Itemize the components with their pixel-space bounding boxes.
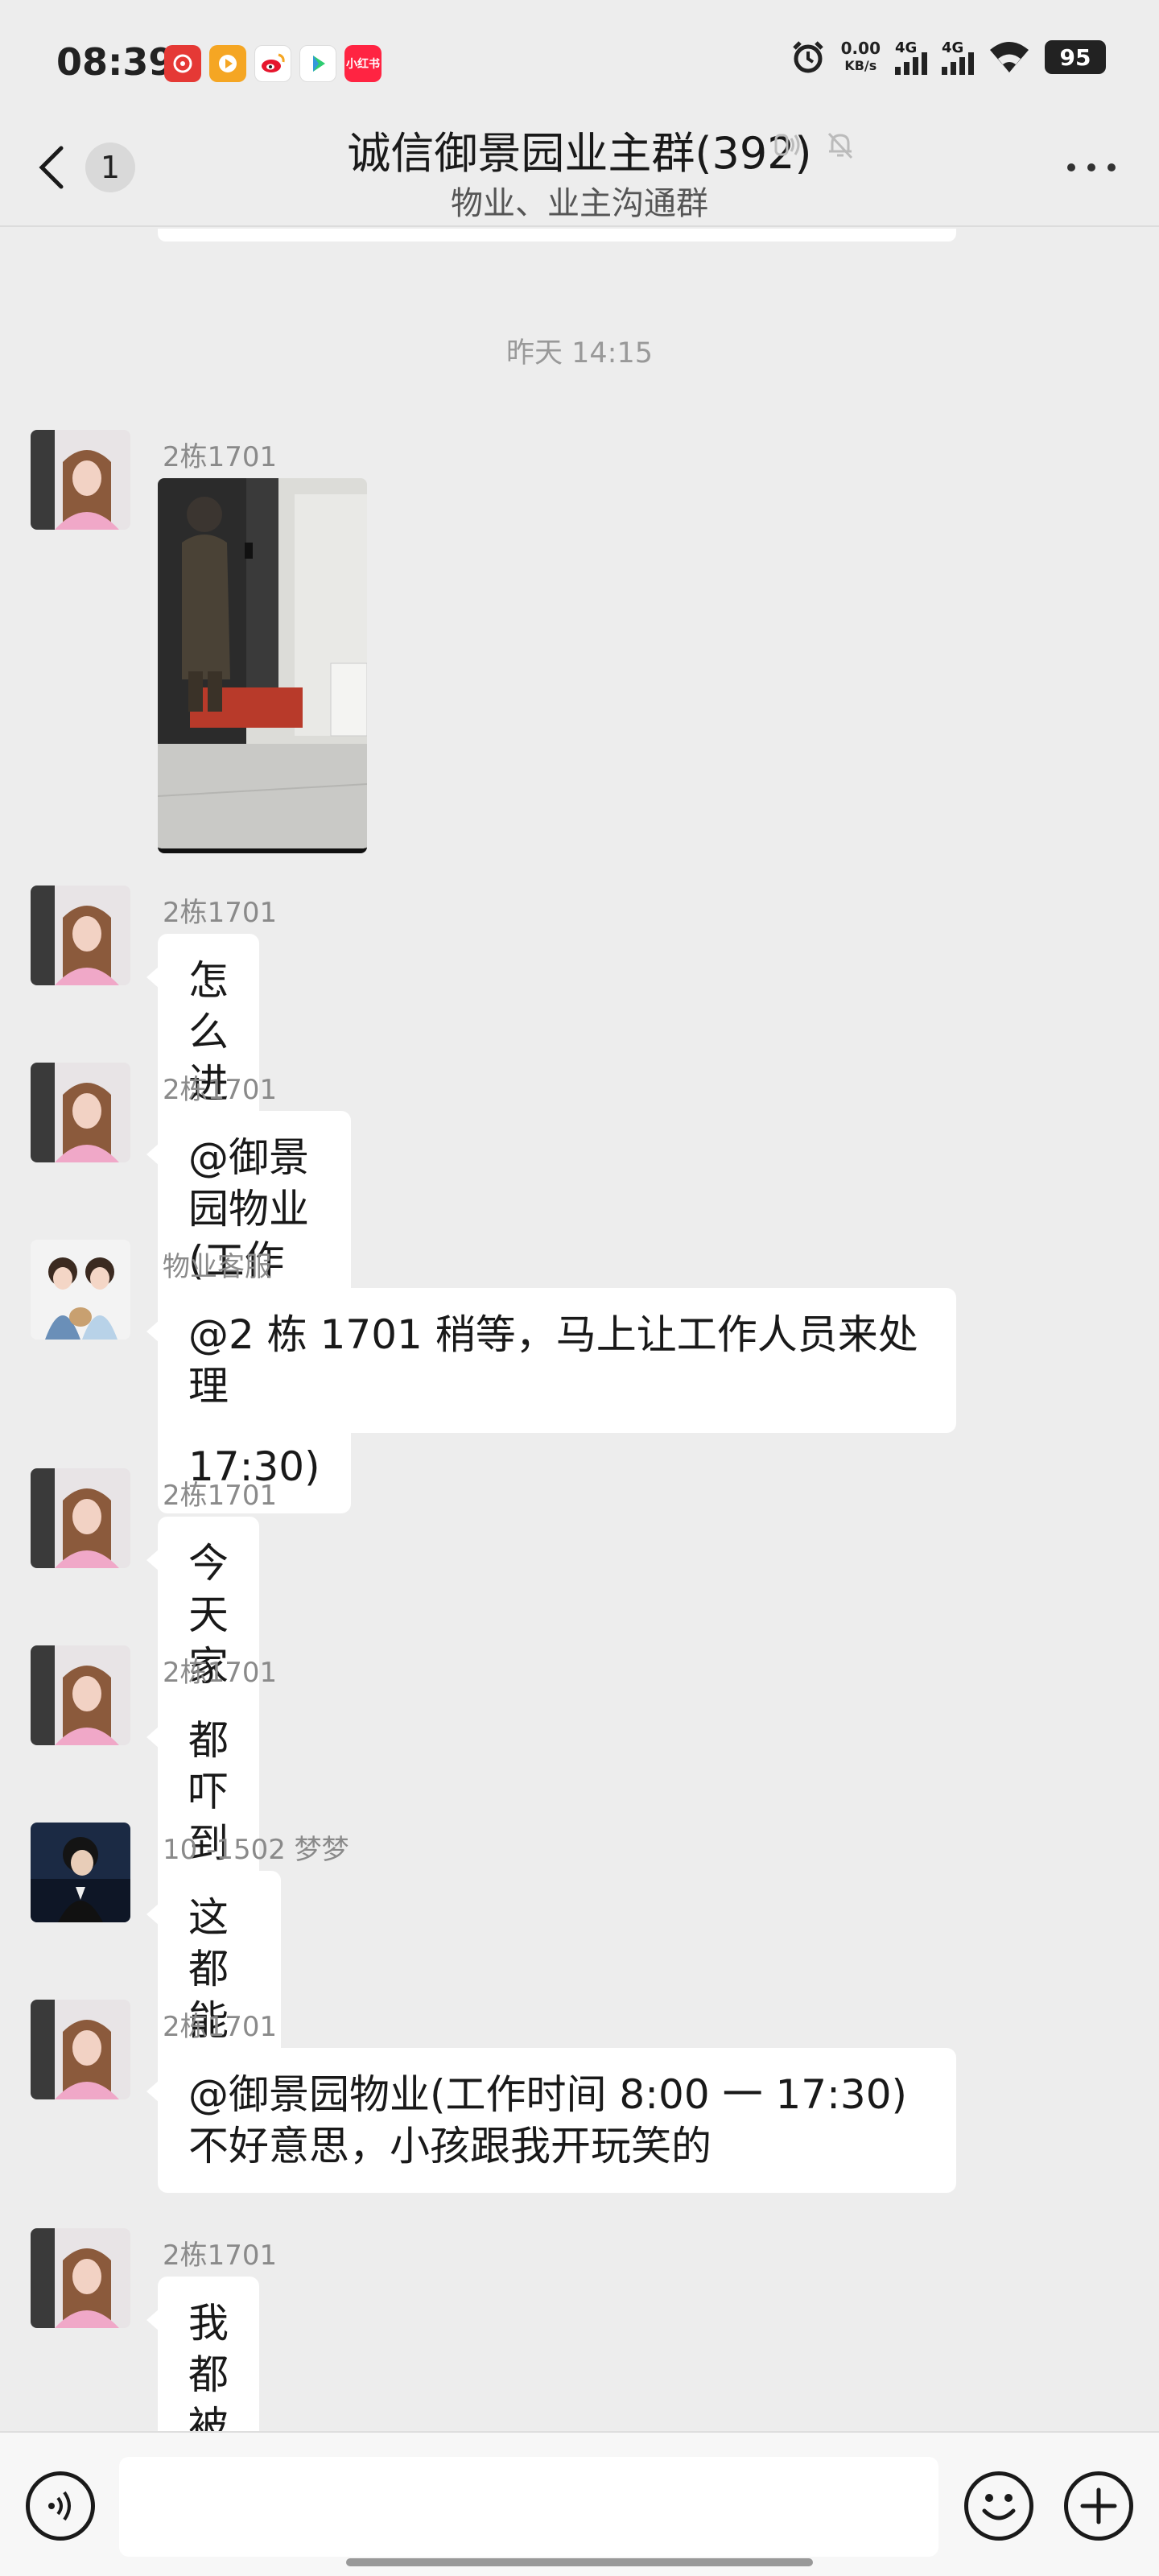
more-actions-button[interactable] [1064, 2471, 1133, 2541]
message-bubble[interactable]: 我都被他吓到了 [146, 2277, 259, 2431]
group-title-text: 诚信御景园业主群(392) [347, 128, 812, 179]
status-time: 08:39 [56, 40, 175, 84]
notification-icons: 小红书 [164, 45, 382, 82]
net-speed-value: 0.00 [840, 39, 881, 58]
avatar[interactable] [31, 1063, 130, 1162]
system-status: 0.00 KB/s 4G 4G 95 [790, 39, 1106, 76]
dot-icon [1087, 163, 1095, 171]
muted-bell-icon [827, 132, 853, 159]
sender-name: 2栋1701 [163, 1657, 278, 1689]
sender-name: 2栋1701 [163, 441, 278, 473]
sender-name: 2栋1701 [163, 1074, 278, 1106]
voice-input-button[interactable] [26, 2471, 95, 2541]
title-status-icons [771, 129, 856, 161]
sender-name: 2栋1701 [163, 2011, 278, 2043]
input-bar [0, 2431, 1159, 2576]
home-indicator[interactable] [346, 2558, 813, 2566]
game-app-icon [299, 45, 336, 82]
voice-icon [48, 2491, 71, 2521]
status-bar: 08:39 小红书 0.00 KB/s 4G 4G 95 [0, 0, 1159, 113]
avatar[interactable] [31, 430, 130, 530]
dot-icon [1067, 163, 1075, 171]
smiley-icon [982, 2494, 1016, 2520]
message-input[interactable] [119, 2457, 938, 2557]
avatar[interactable] [31, 1468, 130, 1568]
plus-icon [1080, 2487, 1117, 2524]
netease-music-icon [164, 45, 201, 82]
net-speed: 0.00 KB/s [841, 39, 881, 75]
avatar[interactable] [31, 886, 130, 985]
sender-name: 2栋1701 [163, 897, 278, 929]
emoji-button[interactable] [964, 2471, 1033, 2541]
battery-icon: 95 [1045, 40, 1106, 74]
avatar[interactable] [31, 1645, 130, 1745]
sender-name: 物业客服 [163, 1251, 272, 1283]
signal-label: 4G [895, 39, 918, 56]
dot-icon [1107, 163, 1116, 171]
message-timestamp: 昨天 14:15 [506, 337, 653, 369]
sender-name: 2栋1701 [163, 1480, 278, 1512]
signal-icon: 4G [942, 39, 974, 75]
image-message[interactable] [158, 478, 367, 853]
chat-header: 1 诚信御景园业主群(392) 物业、业主沟通群 [0, 113, 1159, 227]
avatar[interactable] [31, 2000, 130, 2099]
sender-name: 10 -1502 梦梦 [163, 1834, 349, 1866]
group-title: 诚信御景园业主群(392) [0, 118, 1159, 181]
avatar[interactable] [31, 1240, 130, 1340]
signal-icon: 4G [895, 39, 927, 75]
weibo-icon [254, 45, 291, 82]
more-options-button[interactable] [1067, 151, 1116, 184]
xiaohongshu-icon: 小红书 [344, 45, 382, 82]
signal-label: 4G [942, 39, 964, 56]
video-app-icon [209, 45, 246, 82]
earpiece-mode-icon [774, 134, 800, 156]
previous-message-bubble [158, 229, 956, 242]
sender-name: 2栋1701 [163, 2240, 278, 2272]
avatar[interactable] [31, 2228, 130, 2328]
chat-messages[interactable]: 昨天 14:15 2栋1701 2栋1701 怎么进 2栋1701 @御景园物业… [0, 229, 1159, 2431]
avatar[interactable] [31, 1823, 130, 1922]
alarm-icon [792, 41, 823, 73]
net-speed-unit: KB/s [844, 58, 877, 73]
group-subtitle: 物业、业主沟通群 [451, 185, 708, 222]
wifi-icon [990, 42, 1029, 72]
message-bubble[interactable]: @2 栋 1701 稍等，马上让工作人员来处理 [146, 1288, 956, 1433]
message-bubble[interactable]: @御景园物业(工作时间 8:00 一 17:30) 不好意思，小孩跟我开玩笑的 [146, 2048, 956, 2193]
